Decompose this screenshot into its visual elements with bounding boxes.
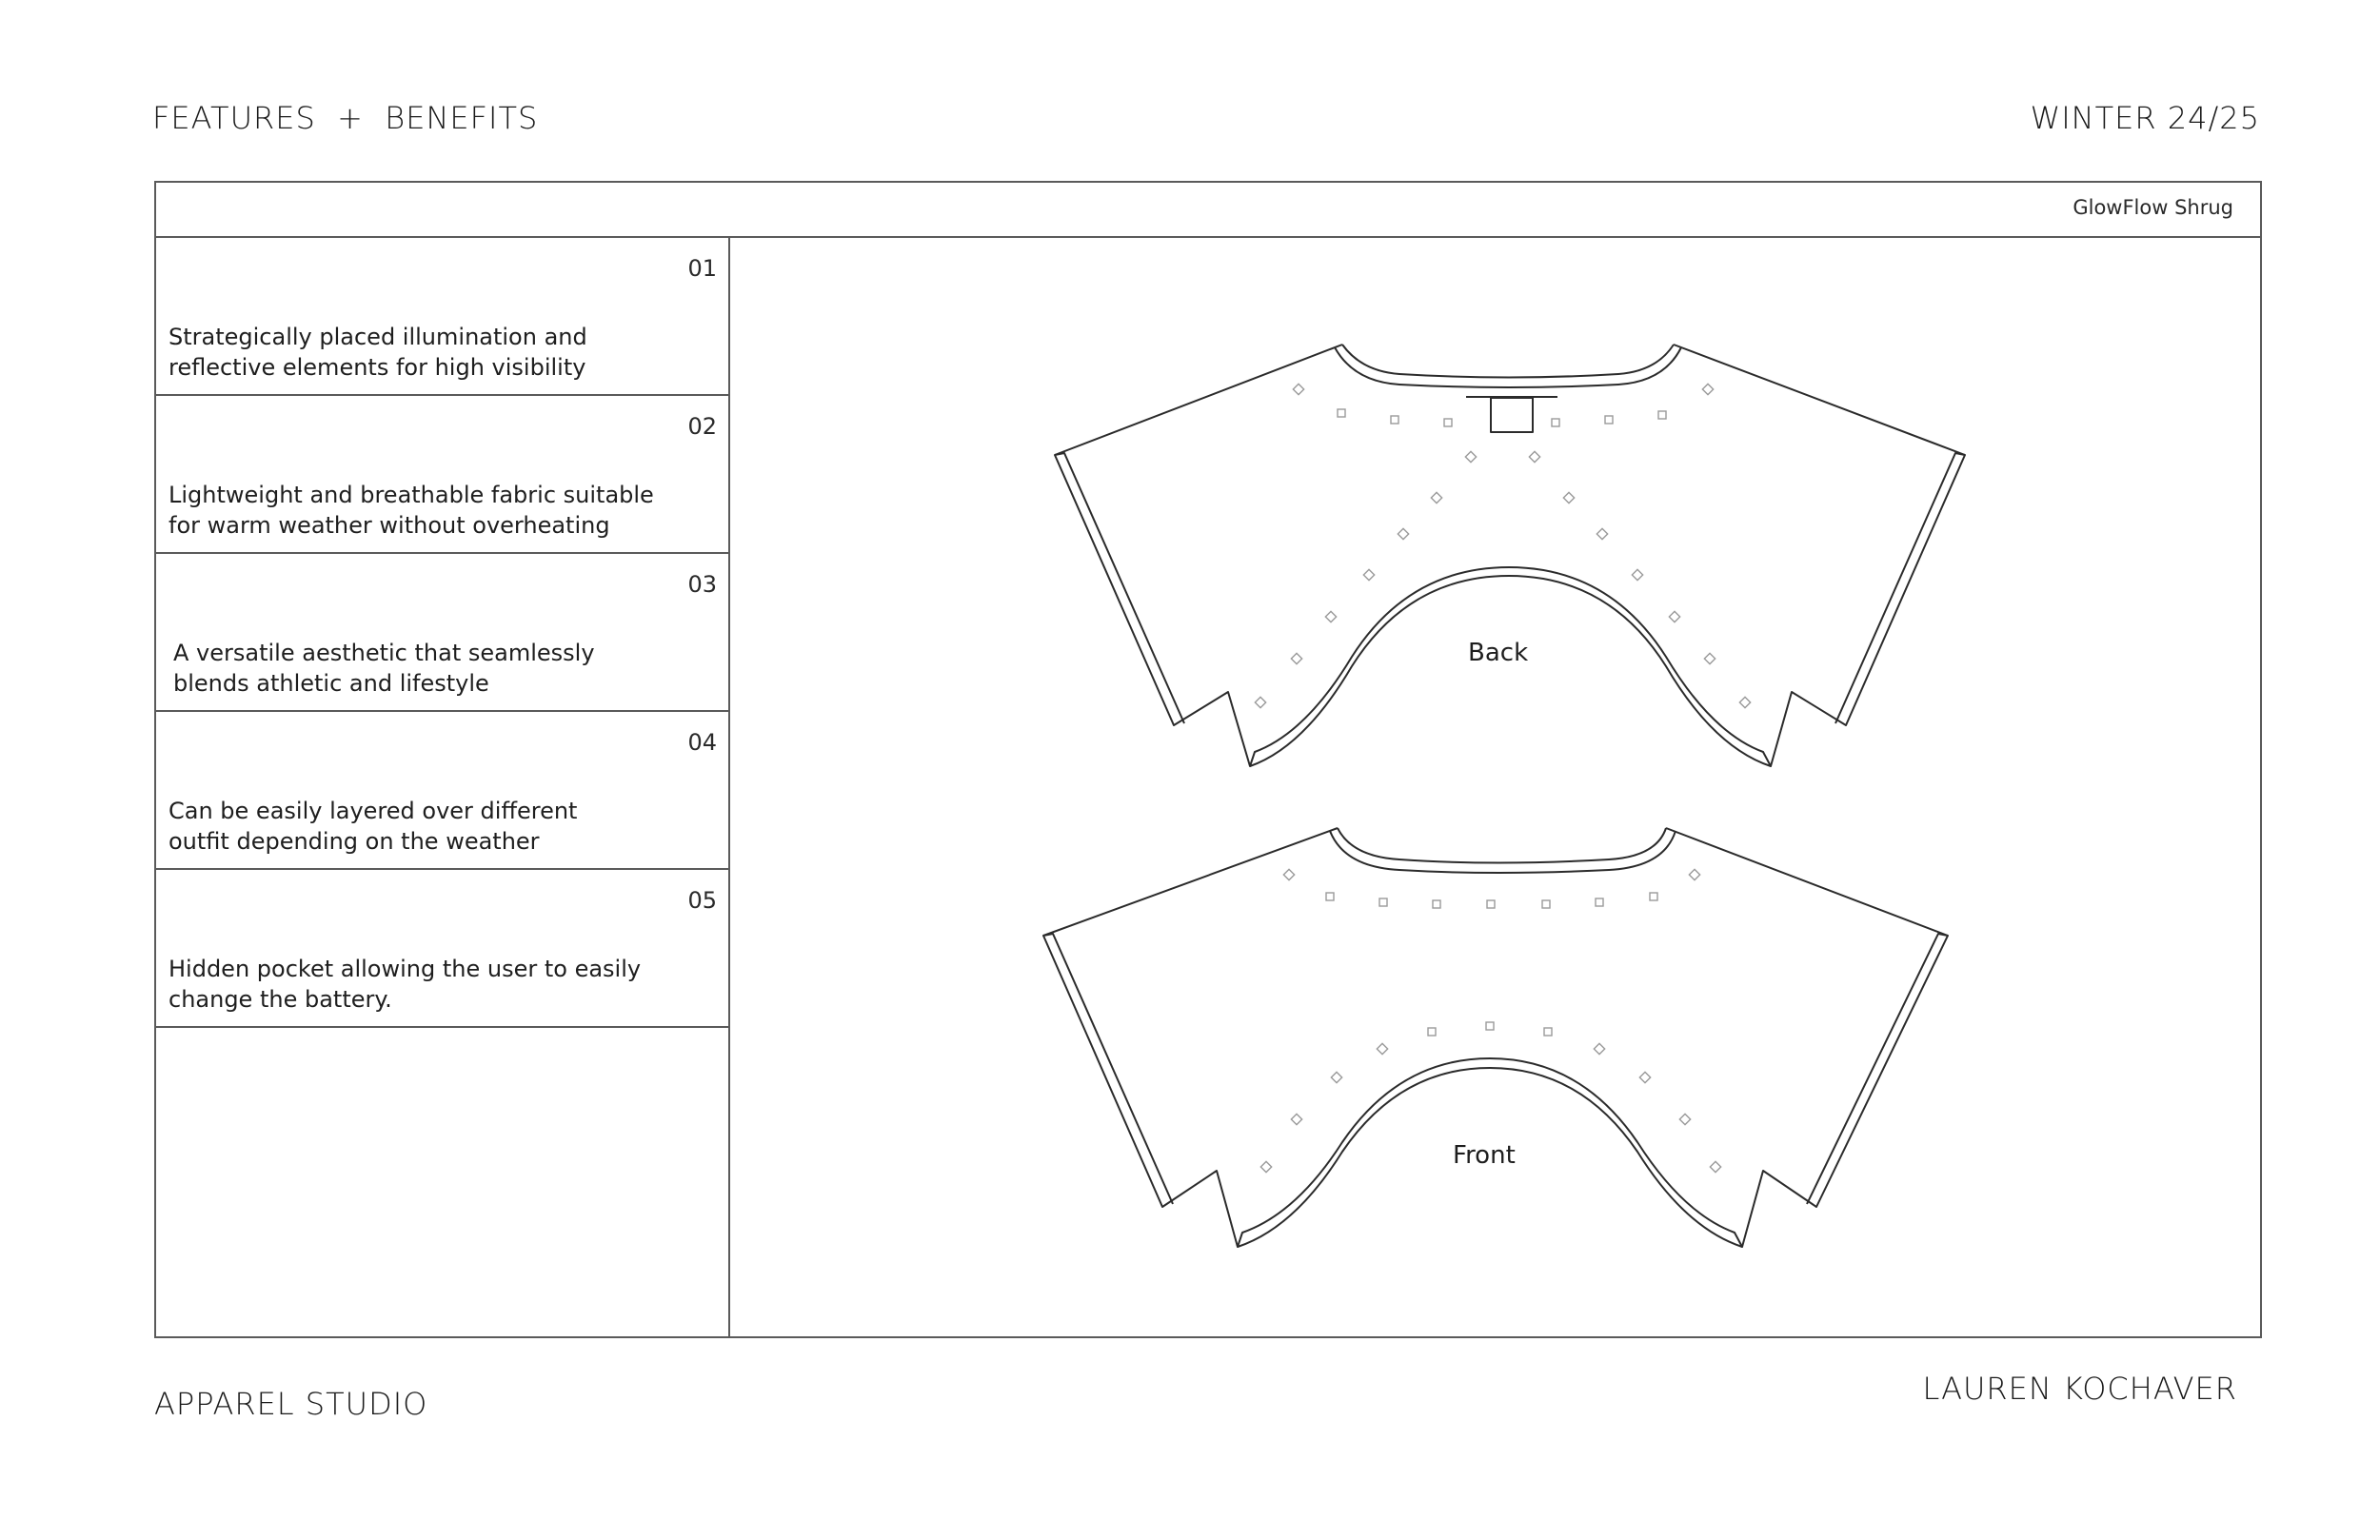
- front-view-drawing: [1042, 827, 1949, 1248]
- studio-name: APPAREL STUDIO: [154, 1386, 428, 1422]
- back-view-label: Back: [1468, 639, 1528, 667]
- led-dots: [1254, 383, 1752, 1174]
- back-view-drawing: [1054, 344, 1966, 767]
- front-view-label: Front: [1453, 1141, 1516, 1170]
- garment-flats: Back Front: [1042, 344, 1966, 1248]
- designer-name: LAUREN KOCHAVER: [1922, 1371, 2237, 1407]
